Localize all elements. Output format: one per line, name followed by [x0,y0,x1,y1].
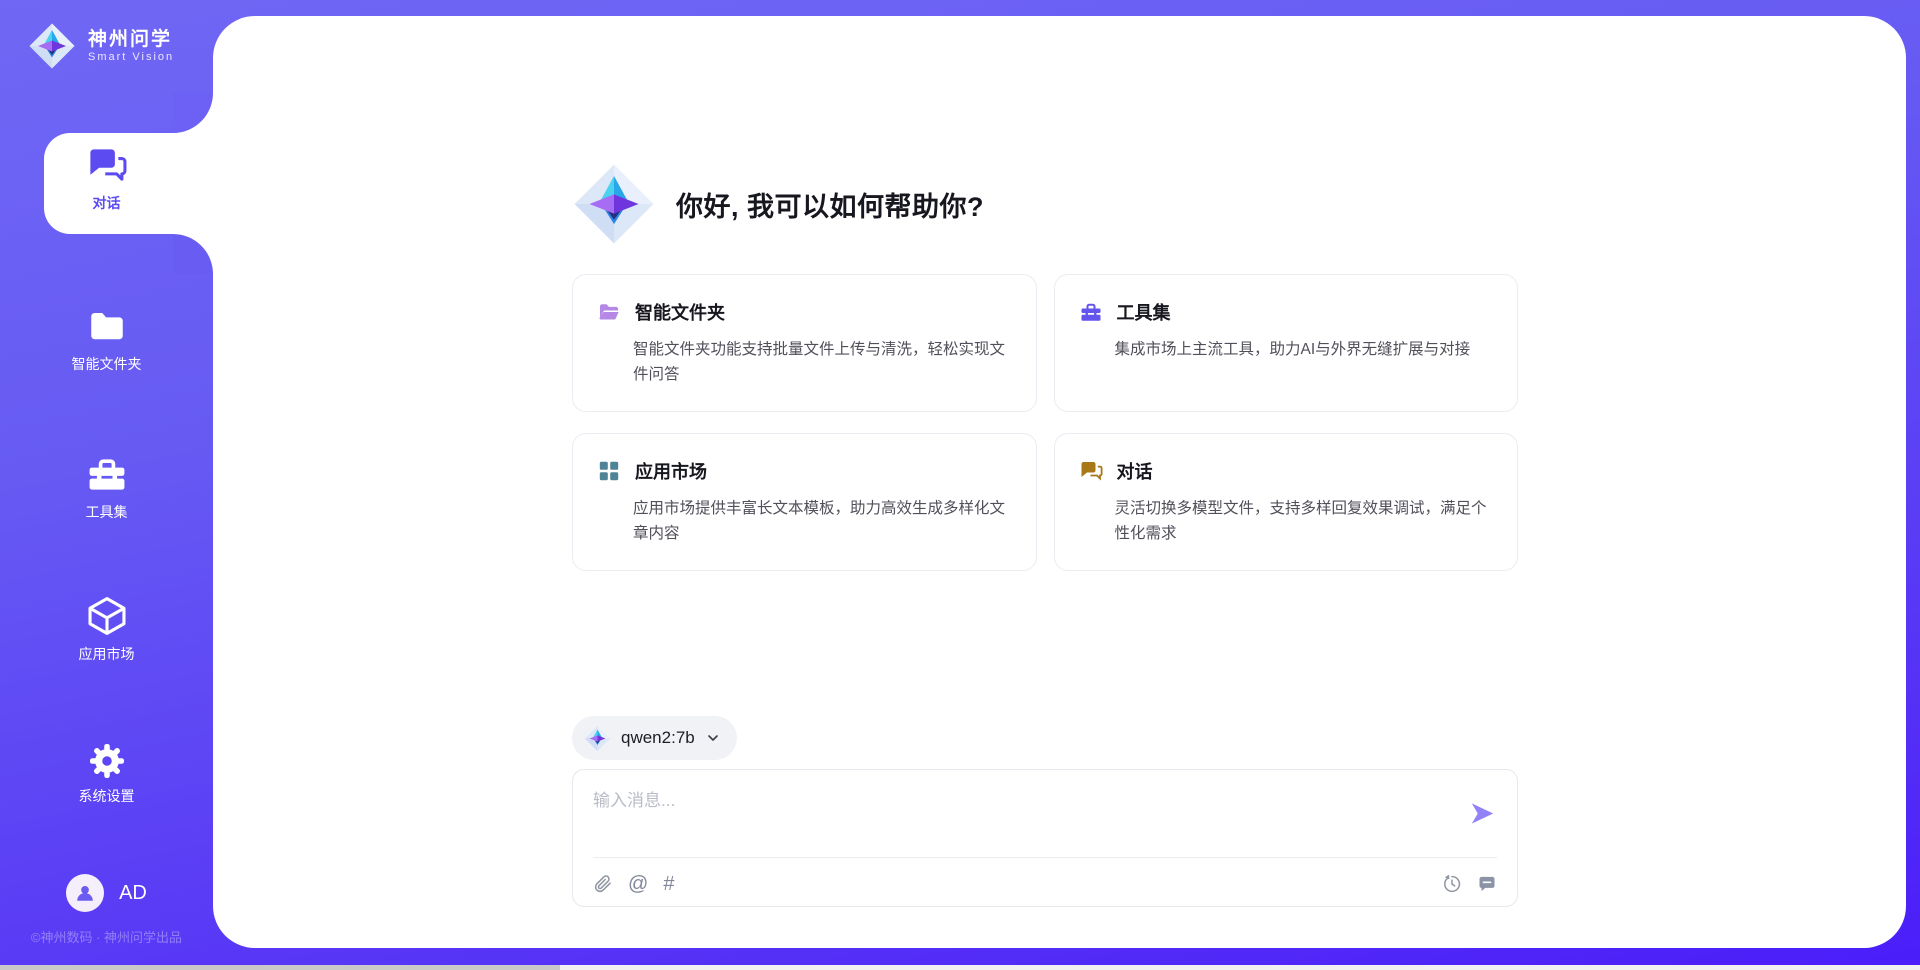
card-app-market[interactable]: 应用市场 应用市场提供丰富长文本模板，助力高效生成多样化文章内容 [572,433,1037,571]
grid-icon [597,459,621,483]
card-title: 应用市场 [635,458,707,484]
card-title: 工具集 [1117,299,1171,325]
comment-icon [1477,874,1497,894]
main-panel: 你好, 我可以如何帮助你? 智能文件夹 智能文件夹功能支持批量文件上传与清洗，轻… [213,16,1906,948]
scrollbar-thumb[interactable] [0,965,560,970]
user-name: AD [119,882,147,905]
avatar [66,874,104,912]
mention-button[interactable]: @ [628,874,648,894]
sidebar-item-label: 工具集 [86,502,128,522]
sidebar-item-chat[interactable]: 对话 [0,145,213,213]
sidebar-item-label: 应用市场 [79,644,135,664]
composer-toolbar: @ # [593,869,1497,899]
person-icon [74,882,96,904]
history-icon [1442,874,1462,894]
attach-file-button[interactable] [593,874,613,894]
model-selector[interactable]: qwen2:7b [572,716,737,760]
sidebar-item-label: 智能文件夹 [72,354,142,374]
card-description: 智能文件夹功能支持批量文件上传与清洗，轻松实现文件问答 [633,337,1012,387]
model-gem-icon [584,725,611,752]
horizontal-scrollbar[interactable] [0,965,1920,970]
copyright-text: ©神州数码 · 神州问学出品 [0,927,213,946]
chevron-down-icon [705,730,721,746]
brand-subtitle: Smart Vision [88,51,174,63]
chat-icon [1079,459,1103,483]
send-button[interactable] [1467,798,1497,828]
new-conversation-button[interactable] [1477,874,1497,894]
sidebar-item-label: 对话 [93,193,121,213]
message-composer: @ # [572,769,1518,907]
toolbox-icon [1079,300,1103,324]
greeting-text: 你好, 我可以如何帮助你? [676,185,984,224]
card-smart-folder[interactable]: 智能文件夹 智能文件夹功能支持批量文件上传与清洗，轻松实现文件问答 [572,274,1037,412]
sidebar: 神州问学 Smart Vision 对话 智能文件夹 [0,0,213,970]
card-description: 应用市场提供丰富长文本模板，助力高效生成多样化文章内容 [633,496,1012,546]
card-description: 灵活切换多模型文件，支持多样回复效果调试，满足个性化需求 [1115,496,1494,546]
message-input[interactable] [593,786,1393,848]
folder-icon [86,306,128,348]
brand-logo: 神州问学 Smart Vision [28,22,174,70]
user-account[interactable]: AD [0,874,213,912]
history-button[interactable] [1442,874,1462,894]
model-name: qwen2:7b [621,728,695,748]
app-window: 神州问学 Smart Vision 对话 智能文件夹 [0,0,1920,970]
hero-greeting: 你好, 我可以如何帮助你? [572,162,984,246]
sidebar-item-settings[interactable]: 系统设置 [0,742,213,806]
sidebar-item-smart-folder[interactable]: 智能文件夹 [0,306,213,374]
at-icon: @ [628,874,648,894]
brand-name: 神州问学 [88,29,174,51]
sidebar-item-label: 系统设置 [79,786,135,806]
hero-gem-icon [572,162,656,246]
card-description: 集成市场上主流工具，助力AI与外界无缝扩展与对接 [1115,337,1494,362]
sidebar-item-toolset[interactable]: 工具集 [0,452,213,522]
brand-gem-icon [28,22,76,70]
paperclip-icon [593,874,613,894]
card-title: 智能文件夹 [635,299,725,325]
send-icon [1469,800,1496,827]
card-toolset[interactable]: 工具集 集成市场上主流工具，助力AI与外界无缝扩展与对接 [1054,274,1519,412]
chat-icon [86,145,128,187]
cube-icon [85,594,129,638]
toolbox-icon [85,452,129,496]
feature-cards: 智能文件夹 智能文件夹功能支持批量文件上传与清洗，轻松实现文件问答 工具集 集成… [572,274,1518,571]
gear-icon [88,742,126,780]
sidebar-item-app-market[interactable]: 应用市场 [0,594,213,664]
card-title: 对话 [1117,458,1153,484]
folder-open-icon [597,300,621,324]
topic-button[interactable]: # [663,874,674,894]
composer-divider [593,857,1497,858]
hash-icon: # [663,874,674,894]
card-chat[interactable]: 对话 灵活切换多模型文件，支持多样回复效果调试，满足个性化需求 [1054,433,1519,571]
